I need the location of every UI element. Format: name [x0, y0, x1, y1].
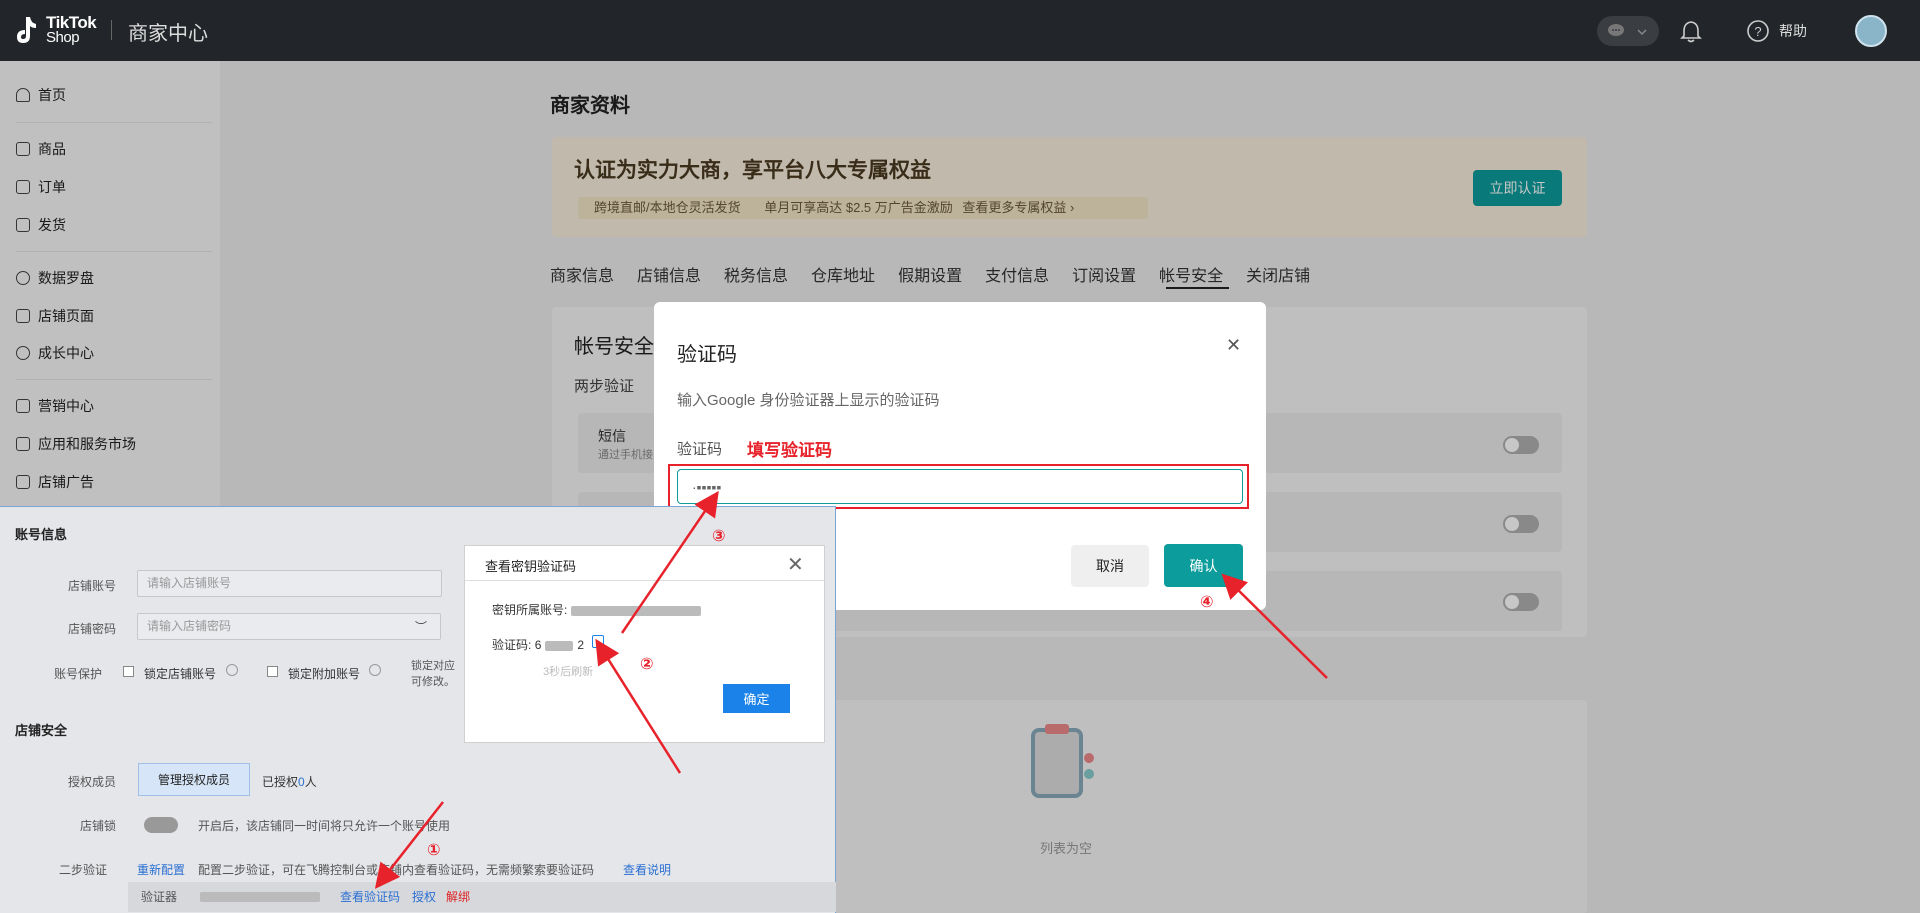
annotation-arrows: [374, 490, 1328, 889]
annotation-number-4: ④: [1200, 594, 1214, 611]
annotation-number-1: ①: [427, 842, 441, 859]
arrow-4: [1221, 573, 1328, 679]
arrow-2: [595, 638, 682, 774]
annotation-number-3: ③: [712, 528, 726, 545]
annotation-number-2: ②: [640, 656, 654, 673]
arrow-3: [620, 490, 719, 634]
